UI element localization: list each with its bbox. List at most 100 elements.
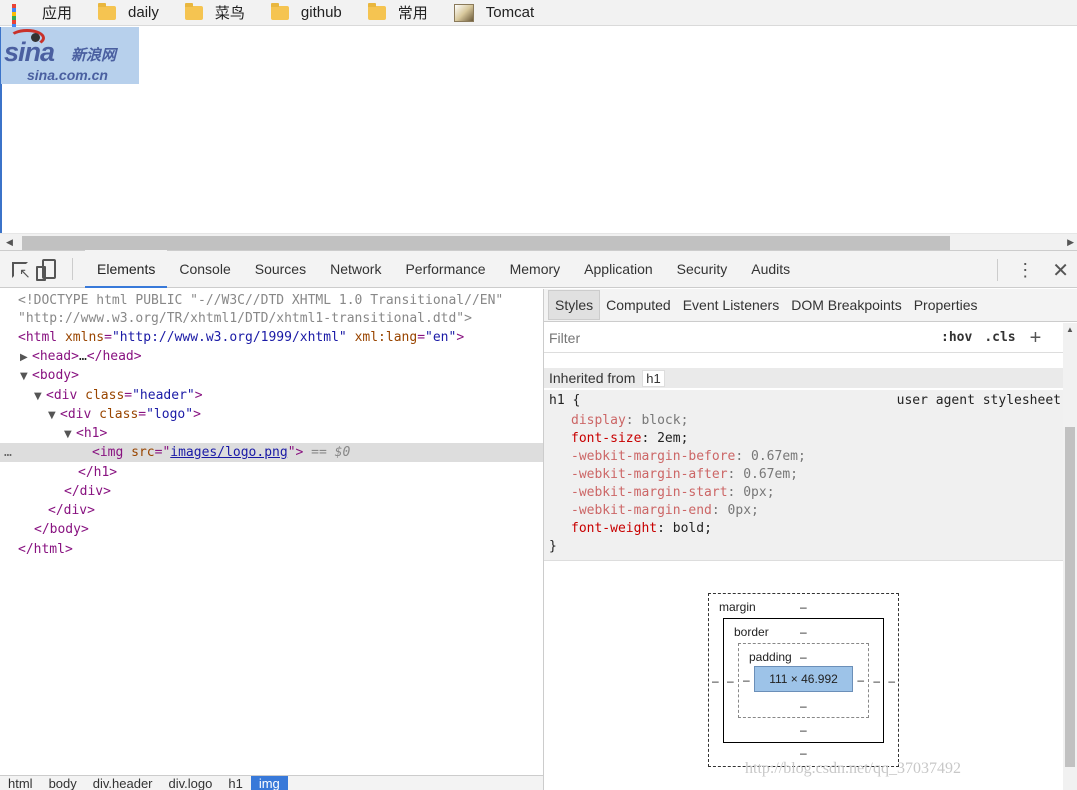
tab-console[interactable]: Console [167, 250, 242, 288]
bookmark-cainiao[interactable]: 菜鸟 [184, 2, 245, 23]
css-property[interactable]: -webkit-margin-end: 0px; [571, 502, 759, 520]
tab-computed[interactable]: Computed [600, 291, 677, 319]
dom-line-div-close[interactable]: </div> [0, 482, 543, 501]
tab-elements[interactable]: Elements [85, 250, 168, 288]
collapse-triangle-icon[interactable]: ▼ [64, 425, 76, 444]
scrollbar-thumb[interactable] [22, 236, 950, 250]
attr-value: "header" [132, 388, 195, 403]
tab-sources[interactable]: Sources [243, 250, 318, 288]
bookmark-apps[interactable]: 应用 [12, 3, 72, 40]
border-left-value[interactable]: – [727, 674, 734, 688]
margin-left-value[interactable]: – [712, 674, 719, 688]
padding-top-value[interactable]: – [800, 650, 807, 664]
css-property[interactable]: font-weight: bold; [571, 520, 712, 538]
bookmark-tomcat[interactable]: Tomcat [453, 3, 534, 23]
dom-line-body-close[interactable]: </body> [0, 520, 543, 539]
crumb-body[interactable]: body [41, 776, 85, 790]
box-model-margin[interactable]: margin – – – – border – – – – padding – … [708, 593, 899, 767]
bookmark-github[interactable]: github [270, 2, 342, 23]
doctype-text: <!DOCTYPE html PUBLIC "-//W3C//DTD XHTML… [18, 293, 504, 308]
padding-left-value[interactable]: – [743, 673, 750, 687]
collapse-triangle-icon[interactable]: ▼ [34, 387, 46, 406]
collapse-triangle-icon[interactable]: ▼ [20, 367, 32, 386]
dom-line-div-header[interactable]: ▼ <div class="header"> [0, 386, 543, 405]
new-style-rule-icon[interactable]: + [1030, 328, 1042, 348]
tab-event-listeners[interactable]: Event Listeners [677, 291, 786, 319]
tab-dom-breakpoints[interactable]: DOM Breakpoints [785, 291, 907, 319]
crumb-html[interactable]: html [0, 776, 41, 790]
bookmarks-bar: 应用 daily 菜鸟 github 常用 Tomcat [0, 0, 1077, 40]
tab-application[interactable]: Application [572, 250, 665, 288]
bookmark-changyong[interactable]: 常用 [367, 2, 428, 23]
more-options-icon[interactable]: ⋮ [1016, 261, 1034, 279]
padding-bottom-value[interactable]: – [800, 699, 807, 713]
dom-line-html[interactable]: <html xmlns="http://www.w3.org/1999/xhtm… [0, 328, 543, 347]
scrollbar-thumb[interactable] [1065, 427, 1075, 767]
dom-line-div-close[interactable]: </div> [0, 501, 543, 520]
margin-right-value[interactable]: – [888, 674, 895, 688]
border-bottom-value[interactable]: – [800, 723, 807, 737]
tab-audits[interactable]: Audits [739, 250, 802, 288]
close-icon[interactable]: ✕ [1052, 258, 1069, 283]
margin-bottom-value[interactable]: – [800, 746, 807, 760]
dom-line-html-close[interactable]: </html> [0, 540, 543, 559]
page-horizontal-scrollbar[interactable]: ◀ ▶ [0, 233, 1077, 250]
scroll-up-icon[interactable]: ▲ [1066, 325, 1074, 334]
scroll-left-icon[interactable]: ◀ [6, 237, 13, 248]
css-property[interactable]: -webkit-margin-before: 0.67em; [571, 448, 806, 466]
tab-network[interactable]: Network [318, 250, 393, 288]
hov-toggle[interactable]: :hov [941, 330, 972, 345]
dom-line-div-logo[interactable]: ▼ <div class="logo"> [0, 405, 543, 424]
more-dots-icon[interactable]: … [4, 443, 12, 462]
tab-security[interactable]: Security [665, 250, 740, 288]
inherited-tag-link[interactable]: h1 [642, 370, 665, 387]
tab-styles[interactable]: Styles [548, 290, 601, 320]
dom-line-doctype[interactable]: <!DOCTYPE html PUBLIC "-//W3C//DTD XHTML… [0, 291, 543, 310]
styles-filter-input[interactable] [549, 329, 929, 346]
border-label: border [734, 625, 769, 639]
styles-sidebar-tabs: Styles Computed Event Listeners DOM Brea… [544, 289, 1077, 322]
css-property[interactable]: -webkit-margin-start: 0px; [571, 484, 775, 502]
border-top-value[interactable]: – [800, 625, 807, 639]
h1-style-rule: h1 { user agent stylesheet display: bloc… [544, 390, 1063, 561]
border-right-value[interactable]: – [873, 674, 880, 688]
collapsed-ellipsis: … [78, 349, 87, 364]
css-property[interactable]: -webkit-margin-after: 0.67em; [571, 466, 798, 484]
box-model-border[interactable]: border – – – – padding – – – – 111 × 46.… [723, 618, 884, 743]
dom-line-h1[interactable]: ▼ <h1> [0, 424, 543, 443]
logo-text: sina [4, 37, 55, 67]
bookmark-label: daily [128, 4, 159, 21]
rule-origin: user agent stylesheet [896, 393, 1061, 408]
expand-triangle-icon[interactable]: ▶ [20, 348, 32, 367]
device-toolbar-icon[interactable] [36, 259, 56, 281]
css-property[interactable]: display: block; [571, 412, 688, 430]
tab-properties[interactable]: Properties [908, 291, 984, 319]
cls-toggle[interactable]: .cls [984, 330, 1015, 345]
scroll-right-icon[interactable]: ▶ [1067, 237, 1074, 248]
dom-line-head[interactable]: ▶ <head>…</head> [0, 347, 543, 366]
crumb-div-header[interactable]: div.header [85, 776, 161, 790]
dom-line-h1-close[interactable]: </h1> [0, 463, 543, 482]
dom-line-doctype-cont[interactable]: "http://www.w3.org/TR/xhtml1/DTD/xhtml1-… [0, 309, 543, 328]
tab-performance[interactable]: Performance [393, 250, 497, 288]
bookmark-daily[interactable]: daily [98, 2, 159, 23]
box-model-padding[interactable]: padding – – – – 111 × 46.992 [738, 643, 869, 718]
margin-top-value[interactable]: – [800, 600, 807, 614]
dom-line-img-selected[interactable]: … <img src="images/logo.png"> == $0 [0, 443, 543, 462]
dom-line-body[interactable]: ▼ <body> [0, 366, 543, 385]
box-model-content-size[interactable]: 111 × 46.992 [754, 666, 853, 692]
crumb-h1[interactable]: h1 [220, 776, 250, 790]
css-property[interactable]: font-size: 2em; [571, 430, 688, 448]
selected-marker: == $0 [311, 445, 351, 460]
folder-icon [367, 2, 386, 20]
img-src-link[interactable]: images/logo.png [170, 445, 287, 460]
tab-memory[interactable]: Memory [498, 250, 573, 288]
collapse-triangle-icon[interactable]: ▼ [48, 406, 60, 425]
inspect-element-icon[interactable] [12, 262, 31, 282]
rule-selector[interactable]: h1 { [549, 392, 580, 410]
styles-vertical-scrollbar[interactable]: ▲ [1063, 323, 1077, 790]
crumb-div-logo[interactable]: div.logo [161, 776, 221, 790]
doctype-text-2: "http://www.w3.org/TR/xhtml1/DTD/xhtml1-… [18, 311, 472, 326]
crumb-img[interactable]: img [250, 776, 288, 790]
padding-right-value[interactable]: – [857, 673, 864, 687]
